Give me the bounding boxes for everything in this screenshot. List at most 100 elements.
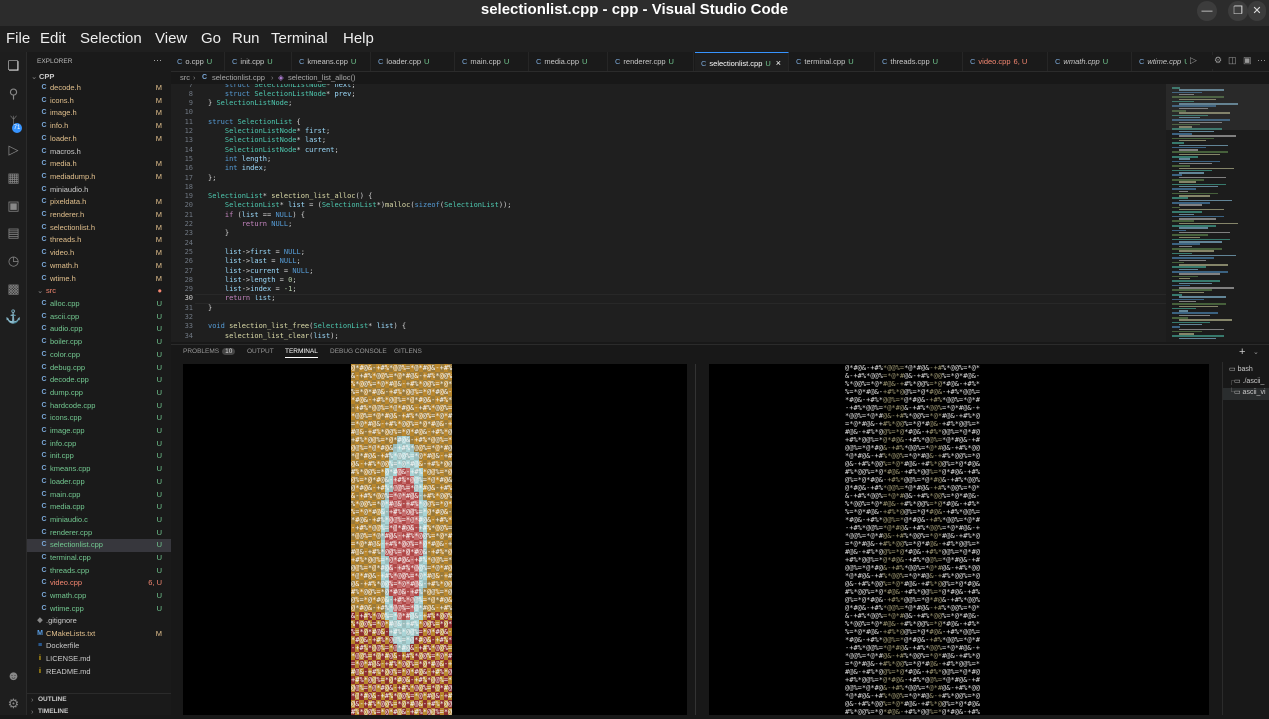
- editor-tab[interactable]: Cvideo.cpp 6, U: [964, 52, 1048, 71]
- menu-run[interactable]: Run: [232, 30, 260, 47]
- file-item[interactable]: Cthreads.h M: [27, 234, 171, 247]
- chevron-down-icon[interactable]: ⌄: [1253, 348, 1259, 356]
- search-icon[interactable]: ⚲: [5, 85, 22, 102]
- restore-icon[interactable]: ❐: [1228, 1, 1248, 21]
- editor-tab[interactable]: Cmain.cpp U: [456, 52, 529, 71]
- file-item[interactable]: Cwtime.cpp U: [27, 603, 171, 616]
- minimap[interactable]: [1166, 84, 1269, 342]
- terminal-split-divider[interactable]: [695, 364, 696, 715]
- file-item[interactable]: Cascii.cpp U: [27, 311, 171, 324]
- file-item[interactable]: Cwmath.h M: [27, 260, 171, 273]
- tab-output[interactable]: OUTPUT: [247, 348, 274, 355]
- tab-terminal[interactable]: TERMINAL: [285, 348, 318, 358]
- editor-tab[interactable]: Cselectionlist.cpp U ×: [695, 52, 789, 71]
- editor-tab[interactable]: Cterminal.cpp U: [790, 52, 875, 71]
- terminal-item-bash[interactable]: ▭ bash: [1229, 365, 1253, 373]
- editor-tab[interactable]: Cinit.cpp U: [226, 52, 292, 71]
- menu-view[interactable]: View: [155, 30, 187, 47]
- menu-go[interactable]: Go: [201, 30, 221, 47]
- tab-problems[interactable]: PROBLEMS 10: [183, 348, 236, 355]
- editor-tab[interactable]: Ckmeans.cpp U: [293, 52, 371, 71]
- minimap-viewport[interactable]: [1166, 84, 1269, 130]
- breadcrumb-file[interactable]: selectionlist.cpp: [212, 72, 265, 84]
- menu-file[interactable]: File: [6, 30, 30, 47]
- file-item[interactable]: i README.md: [27, 666, 171, 679]
- settings-gear-icon[interactable]: ⚙: [5, 695, 22, 712]
- editor-tab[interactable]: Cwmath.cpp U: [1049, 52, 1132, 71]
- breadcrumb-folder[interactable]: src: [180, 72, 190, 84]
- file-item[interactable]: Cmain.cpp U: [27, 489, 171, 502]
- file-item[interactable]: M CMakeLists.txt M: [27, 628, 171, 641]
- file-item[interactable]: Cdecode.cpp U: [27, 374, 171, 387]
- file-item[interactable]: Cpixeldata.h M: [27, 196, 171, 209]
- gear-icon[interactable]: ⚙: [1214, 55, 1222, 66]
- file-item[interactable]: Cmedia.h M: [27, 158, 171, 171]
- file-item[interactable]: Cmediadump.h M: [27, 171, 171, 184]
- extensions-icon[interactable]: ▦: [5, 169, 22, 186]
- file-item[interactable]: ≡ Dockerfile: [27, 640, 171, 653]
- terminal-item-ascii-vi[interactable]: └▭ ascii_vi: [1223, 388, 1269, 400]
- file-item[interactable]: Cdebug.cpp U: [27, 362, 171, 375]
- file-item[interactable]: Cselectionlist.h M: [27, 222, 171, 235]
- file-item[interactable]: Chardcode.cpp U: [27, 400, 171, 413]
- file-item[interactable]: Cvideo.cpp 6, U: [27, 577, 171, 590]
- file-item[interactable]: Cicons.h M: [27, 95, 171, 108]
- editor-tab[interactable]: Cthreads.cpp U: [876, 52, 963, 71]
- add-terminal-icon[interactable]: +: [1239, 346, 1245, 358]
- editor-tab[interactable]: Cmedia.cpp U: [530, 52, 608, 71]
- remote-icon[interactable]: ▩: [5, 280, 22, 297]
- run-icon[interactable]: ▷: [1190, 55, 1197, 66]
- file-item[interactable]: Cloader.h M: [27, 133, 171, 146]
- file-item[interactable]: Cwtime.h M: [27, 273, 171, 286]
- file-item[interactable]: Cminiaudio.h: [27, 184, 171, 197]
- file-item[interactable]: Cminiaudio.c U: [27, 514, 171, 527]
- testing-icon[interactable]: ▤: [5, 224, 22, 241]
- file-item[interactable]: Cvideo.h M: [27, 247, 171, 260]
- menu-terminal[interactable]: Terminal: [271, 30, 328, 47]
- file-item[interactable]: Cwmath.cpp U: [27, 590, 171, 603]
- file-item[interactable]: Cboiler.cpp U: [27, 336, 171, 349]
- file-item[interactable]: ◆ .gitignore: [27, 615, 171, 628]
- breadcrumb-symbol[interactable]: selection_list_alloc(): [288, 72, 356, 84]
- file-item[interactable]: Cimage.cpp U: [27, 425, 171, 438]
- menu-help[interactable]: Help: [343, 30, 374, 47]
- timeline-section[interactable]: › TIMELINE: [27, 706, 171, 719]
- file-item[interactable]: Cterminal.cpp U: [27, 552, 171, 565]
- file-item[interactable]: Cloader.cpp U: [27, 476, 171, 489]
- file-item[interactable]: Cselectionlist.cpp U: [27, 539, 171, 552]
- account-icon[interactable]: ☻: [5, 667, 22, 684]
- tab-gitlens[interactable]: GITLENS: [394, 348, 422, 355]
- editor-tab[interactable]: Crenderer.cpp U: [609, 52, 694, 71]
- close-tab-icon[interactable]: ×: [776, 58, 781, 68]
- close-icon[interactable]: ✕: [1248, 1, 1266, 21]
- docker-icon[interactable]: ⚓: [5, 308, 22, 325]
- split-editor-icon[interactable]: ◫: [1228, 55, 1237, 66]
- terminal-right[interactable]: @*#@&-+#%*@@%=*@*#@&-+#%*@@%=*@* &-+#%*@@…: [709, 364, 1209, 715]
- timeline-icon[interactable]: ◷: [5, 252, 22, 269]
- minimize-icon[interactable]: —: [1197, 1, 1217, 21]
- file-item[interactable]: Cdecode.h M: [27, 82, 171, 95]
- file-item[interactable]: Cinfo.h M: [27, 120, 171, 133]
- code-editor[interactable]: 7 struct SelectionListNode* next; 8 struc…: [171, 84, 1166, 342]
- layout-icon[interactable]: ▣: [1243, 55, 1252, 66]
- file-item[interactable]: Cthreads.cpp U: [27, 565, 171, 578]
- file-item[interactable]: Crenderer.cpp U: [27, 527, 171, 540]
- file-item[interactable]: Ckmeans.cpp U: [27, 463, 171, 476]
- file-item[interactable]: i LICENSE.md: [27, 653, 171, 666]
- run-debug-icon[interactable]: ▷: [5, 141, 22, 158]
- remote-explorer-icon[interactable]: ▣: [5, 197, 22, 214]
- file-item[interactable]: Caudio.cpp U: [27, 323, 171, 336]
- file-item[interactable]: Cinfo.cpp U: [27, 438, 171, 451]
- file-item[interactable]: Cimage.h M: [27, 107, 171, 120]
- file-item[interactable]: Crenderer.h M: [27, 209, 171, 222]
- file-item[interactable]: Ccolor.cpp U: [27, 349, 171, 362]
- more-actions-icon[interactable]: ⋯: [1257, 55, 1266, 66]
- file-item[interactable]: Cmacros.h: [27, 146, 171, 159]
- tab-debug-console[interactable]: DEBUG CONSOLE: [330, 348, 387, 355]
- file-item[interactable]: Cmedia.cpp U: [27, 501, 171, 514]
- terminal-left[interactable]: @*#@&-+#%*@@%=*@*#@&-+#% &-+#%*@@%=*@*#@&…: [183, 364, 687, 715]
- file-item[interactable]: Calloc.cpp U: [27, 298, 171, 311]
- menu-selection[interactable]: Selection: [80, 30, 142, 47]
- file-item[interactable]: Cinit.cpp U: [27, 450, 171, 463]
- menu-edit[interactable]: Edit: [40, 30, 66, 47]
